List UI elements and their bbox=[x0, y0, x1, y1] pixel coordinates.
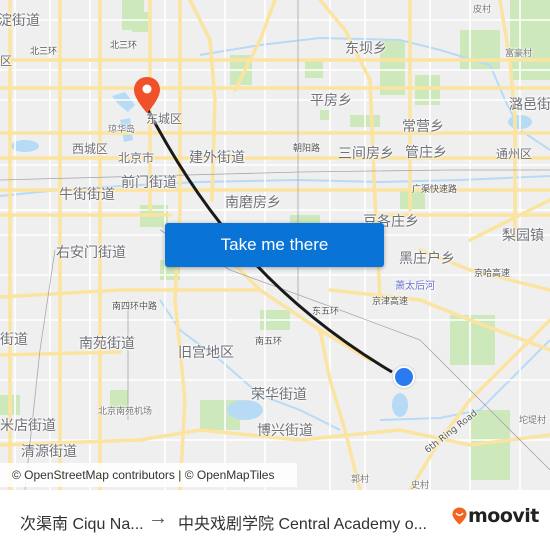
map-place-label: 京哈高速 bbox=[474, 269, 511, 279]
road-jinghu-expressway bbox=[318, 328, 362, 490]
map-place-label: 琼华岛 bbox=[108, 125, 136, 135]
map-place-label: 皮村 bbox=[473, 5, 492, 15]
map-place-label: 清源街道 bbox=[21, 444, 77, 460]
map-place-label: 史村 bbox=[411, 481, 430, 491]
map-place-label: 南苑街道 bbox=[79, 336, 135, 352]
destination-stop-name: 中央戏剧学院 Central Academy o... bbox=[178, 516, 427, 533]
map-place-label: 南四环中路 bbox=[112, 302, 158, 312]
map-place-label: 牛街街道 bbox=[59, 187, 115, 203]
map-place-label: 潞邑街 bbox=[509, 97, 550, 113]
park bbox=[320, 110, 330, 120]
map-place-label: 右安门街道 bbox=[56, 245, 126, 261]
map-place-label: 米店街道 bbox=[0, 418, 56, 434]
map-place-label: 梨园镇 bbox=[502, 228, 544, 244]
map-place-label: 北京市 bbox=[118, 151, 155, 165]
openmaptiles-attribution-link[interactable]: © OpenMapTiles bbox=[185, 468, 275, 482]
map-place-label: 三间房乡 bbox=[338, 146, 394, 162]
map-attribution: © OpenStreetMap contributors | © OpenMap… bbox=[0, 463, 297, 487]
road-south-fourth-ring bbox=[0, 288, 262, 299]
park bbox=[460, 30, 500, 70]
map-place-label: 东坝乡 bbox=[345, 41, 387, 57]
map-place-label: 北三环 bbox=[30, 47, 58, 57]
map-place-label: 广渠快速路 bbox=[412, 185, 458, 195]
map-place-label: 萧太后河 bbox=[395, 281, 435, 292]
map-place-label: 北京南苑机场 bbox=[98, 407, 153, 417]
railway bbox=[0, 169, 550, 181]
map-place-label: 旧宫地区 bbox=[178, 345, 234, 361]
map-place-label: 荣华街道 bbox=[251, 387, 307, 403]
moovit-wordmark: moovit bbox=[468, 505, 539, 527]
map-view[interactable]: 淀街道 北三环 北三环区东城区 琼华岛 西城区 北京市 前门街道 牛街街道 建外街道 朝阳路 三间房… bbox=[0, 0, 550, 490]
map-place-label: 黑庄户乡 bbox=[399, 251, 455, 267]
origin-stop-name: 次渠南 Ciqu Na... bbox=[20, 516, 144, 533]
map-place-label: 常营乡 bbox=[402, 119, 444, 135]
moovit-pin-icon bbox=[452, 507, 467, 525]
lake bbox=[392, 393, 408, 417]
park bbox=[305, 60, 323, 78]
map-place-label: 北三环 bbox=[110, 41, 138, 51]
map-place-label: 朝阳路 bbox=[293, 144, 321, 154]
location-dot-icon[interactable] bbox=[393, 366, 415, 388]
osm-attribution-link[interactable]: © OpenStreetMap contributors bbox=[12, 468, 175, 482]
map-place-label: 富豪村 bbox=[505, 49, 533, 59]
map-place-label: 街道 bbox=[0, 332, 28, 348]
map-place-label: 博兴街道 bbox=[257, 423, 313, 439]
park bbox=[510, 0, 550, 80]
arrow-right-icon: → bbox=[148, 507, 168, 529]
map-place-label: 前门街道 bbox=[121, 175, 177, 191]
map-place-label: 南五环 bbox=[255, 337, 283, 347]
map-place-label: 坨堤村 bbox=[519, 416, 547, 426]
map-place-label: 南磨房乡 bbox=[225, 195, 281, 211]
map-place-label: 区 bbox=[0, 54, 13, 68]
map-place-label: 淀街道 bbox=[0, 13, 40, 29]
map-place-label: 平房乡 bbox=[310, 93, 352, 109]
route-footer: 次渠南 Ciqu Na... → 中央戏剧学院 Central Academy … bbox=[0, 490, 550, 550]
map-place-label: 东五环 bbox=[312, 307, 340, 317]
map-place-label: 京津高速 bbox=[372, 297, 409, 307]
map-place-label: 通州区 bbox=[496, 147, 533, 161]
map-place-label: 郭村 bbox=[351, 475, 370, 485]
attribution-separator: | bbox=[174, 468, 185, 482]
map-place-label: 西城区 bbox=[72, 142, 109, 156]
map-pin-icon[interactable] bbox=[132, 76, 162, 114]
moovit-logo[interactable]: moovit bbox=[452, 505, 539, 527]
lake bbox=[227, 400, 263, 420]
map-place-label: 管庄乡 bbox=[405, 145, 447, 161]
take-me-there-button[interactable]: Take me there bbox=[165, 223, 384, 267]
map-place-label: 建外街道 bbox=[189, 150, 245, 166]
park bbox=[132, 12, 148, 32]
map-place-label: 东城区 bbox=[146, 112, 183, 126]
